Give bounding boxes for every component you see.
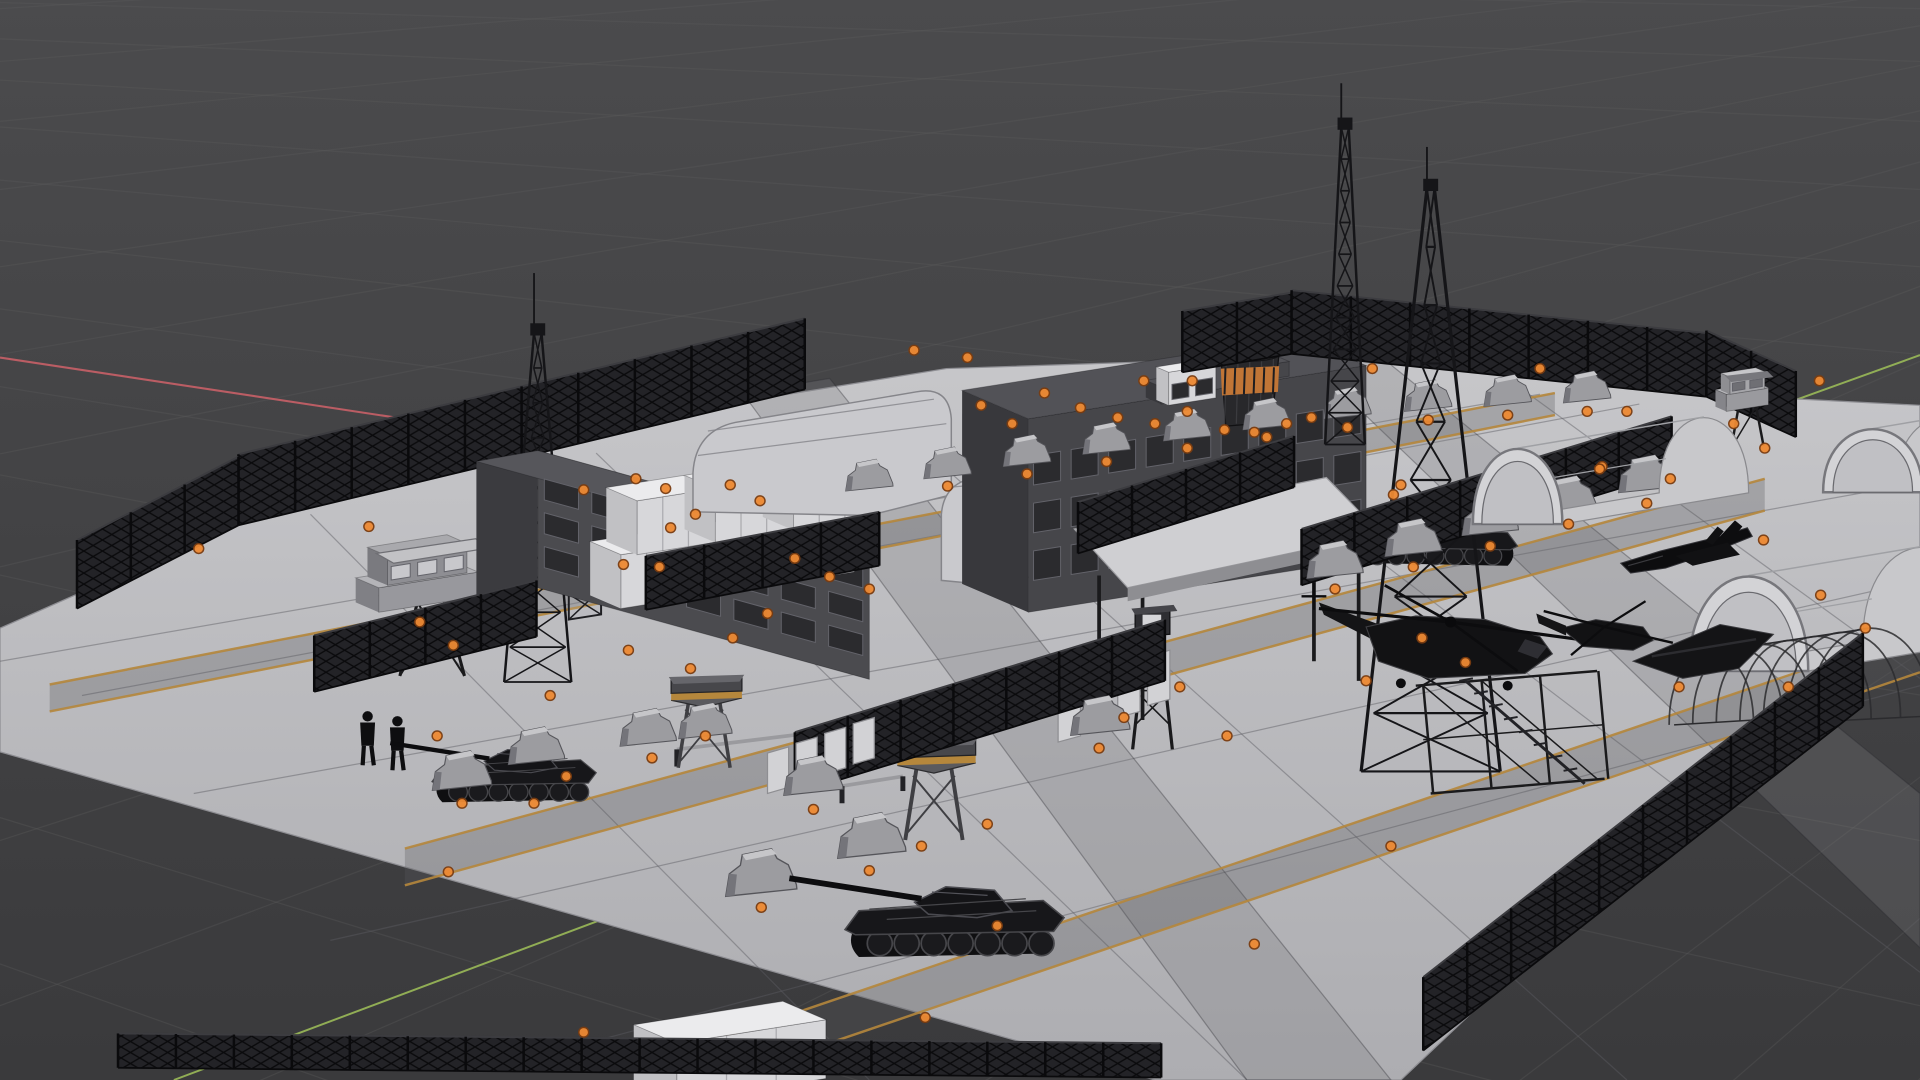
origin-point[interactable] [1181,405,1193,418]
origin-point[interactable] [823,571,836,583]
origin-point[interactable] [664,522,677,534]
origin-point[interactable] [1422,414,1434,426]
origin-point[interactable] [991,920,1003,932]
origin-point[interactable] [981,818,994,830]
origin-point[interactable] [577,484,590,496]
origin-point[interactable] [863,583,876,595]
origin-point[interactable] [456,797,468,809]
origin-point[interactable] [1621,405,1633,418]
origin-point[interactable] [528,797,540,809]
origin-point[interactable] [1100,456,1113,468]
origin-point[interactable] [659,482,672,495]
origin-point[interactable] [1280,418,1293,430]
origin-point[interactable] [863,864,876,877]
origin-point[interactable] [560,770,573,782]
origin-point[interactable] [1074,402,1087,414]
origin-point[interactable] [1673,681,1685,693]
origin-point[interactable] [1484,540,1497,552]
origin-point[interactable] [908,344,920,356]
origin-point[interactable] [1641,497,1653,509]
origin-point[interactable] [544,689,556,702]
origin-point[interactable] [724,479,736,491]
origin-point[interactable] [1006,418,1018,430]
origin-point[interactable] [754,495,766,507]
origin-point[interactable] [1118,711,1130,724]
origin-point[interactable] [1385,840,1397,852]
origin-point[interactable] [1305,411,1318,424]
origin-point[interactable] [915,840,928,852]
origin-point[interactable] [1261,431,1273,443]
origin-point[interactable] [975,399,987,411]
origin-point[interactable] [646,752,658,764]
origin-point[interactable] [1341,421,1354,433]
origin-point[interactable] [1416,632,1428,644]
origin-point[interactable] [1138,375,1150,387]
origin-point[interactable] [1728,418,1740,430]
origin-point[interactable] [1407,561,1420,573]
origin-point[interactable] [1248,426,1261,438]
origin-point[interactable] [1149,418,1161,430]
origin-point[interactable] [789,552,801,564]
origin-point[interactable] [1813,375,1826,387]
origin-point[interactable] [807,803,820,816]
origin-point[interactable] [919,1011,931,1024]
origin-point[interactable] [1218,424,1231,436]
origin-point[interactable] [1859,622,1872,634]
origin-point[interactable] [617,558,630,571]
origin-point[interactable] [442,866,455,878]
origin-point[interactable] [363,520,375,533]
origin-point[interactable] [1112,411,1124,424]
origin-point[interactable] [761,607,774,620]
origin-point[interactable] [1181,442,1193,454]
origin-point[interactable] [1782,681,1795,693]
origin-point[interactable] [1501,409,1514,421]
origin-point[interactable] [1174,681,1186,693]
origin-point[interactable] [1759,442,1771,454]
origin-point[interactable] [1581,405,1593,418]
viewport-3d[interactable] [0,0,1920,1080]
origin-point[interactable] [689,508,702,520]
origin-point[interactable] [653,561,666,573]
origin-point[interactable] [1664,473,1677,485]
origin-point[interactable] [755,901,768,913]
origin-point[interactable] [1562,518,1575,530]
origin-point[interactable] [1093,742,1105,754]
origin-point[interactable] [577,1026,590,1038]
origin-point[interactable] [192,542,205,555]
origin-point[interactable] [447,639,460,651]
origin-point[interactable] [1387,489,1400,501]
origin-point[interactable] [630,473,642,485]
scene-canvas[interactable] [0,0,1920,1080]
origin-point[interactable] [699,730,712,742]
origin-point[interactable] [1248,938,1261,950]
origin-point[interactable] [1186,375,1198,387]
origin-point[interactable] [684,662,697,675]
origin-point[interactable] [1329,583,1341,595]
origin-point[interactable] [1814,589,1827,601]
origin-point[interactable] [1459,656,1472,669]
origin-point[interactable] [1395,479,1407,491]
origin-point[interactable] [1534,362,1546,375]
origin-point[interactable] [1366,362,1379,375]
origin-point[interactable] [1593,463,1606,475]
origin-point[interactable] [622,644,635,656]
origin-point[interactable] [1038,387,1051,399]
origin-point[interactable] [941,480,954,492]
origin-point[interactable] [431,730,443,742]
origin-point[interactable] [1221,730,1233,742]
origin-point[interactable] [961,351,974,364]
origin-point[interactable] [727,632,739,644]
origin-point[interactable] [1360,675,1372,687]
origin-point[interactable] [1757,534,1770,546]
origin-point[interactable] [414,616,426,628]
origin-point[interactable] [1021,468,1033,480]
